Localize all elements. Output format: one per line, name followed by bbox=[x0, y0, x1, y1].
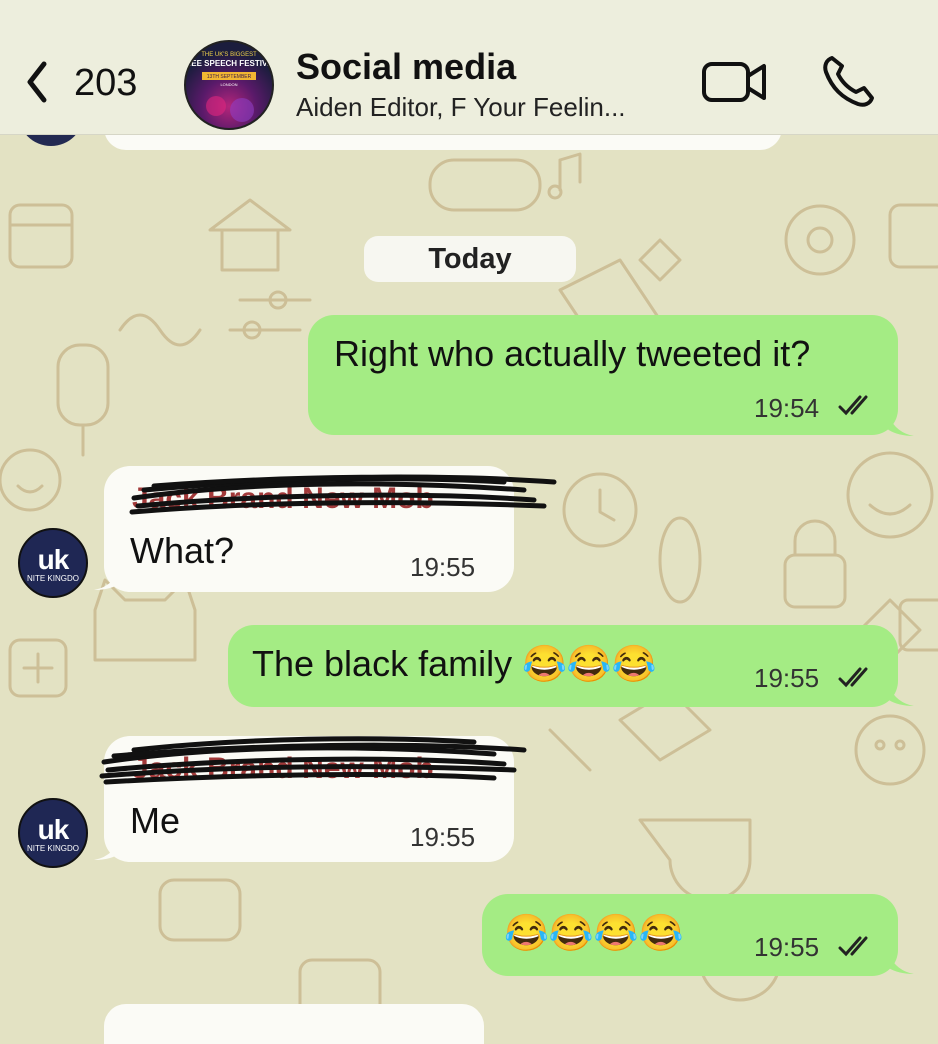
group-title[interactable]: Social media bbox=[296, 46, 516, 88]
message-text-body: The black family bbox=[252, 643, 513, 684]
message-text: Me bbox=[130, 800, 181, 841]
read-receipt-icon bbox=[838, 395, 868, 416]
message-bubble-outgoing[interactable]: 😂😂😂😂 19:55 bbox=[482, 894, 898, 976]
message-bubble-outgoing[interactable]: Right who actually tweeted it? 19:54 bbox=[308, 315, 898, 435]
message-bubble-incoming[interactable]: Jack Brand New Mob Me 19:55 bbox=[99, 736, 527, 862]
sender-avatar[interactable]: uk NITE KINGDO bbox=[18, 798, 88, 868]
unread-count[interactable]: 203 bbox=[74, 62, 137, 105]
read-receipt-icon bbox=[838, 667, 868, 688]
redaction-scribble bbox=[129, 474, 557, 515]
bubble-tail bbox=[886, 408, 914, 436]
message-time: 19:55 bbox=[754, 663, 820, 693]
avatar-text-3: 13TH SEPTEMBER bbox=[207, 74, 252, 80]
bubble-tail bbox=[886, 678, 914, 706]
partial-message-bubble bbox=[104, 1004, 484, 1044]
sender-avatar[interactable]: uk NITE KINGDO bbox=[18, 528, 88, 598]
avatar-initials: uk bbox=[37, 814, 70, 845]
message-text: What? bbox=[130, 530, 235, 571]
date-divider: Today bbox=[364, 236, 576, 282]
message-time: 19:55 bbox=[410, 552, 476, 582]
message-time: 19:55 bbox=[754, 932, 820, 962]
video-call-icon[interactable] bbox=[700, 56, 770, 108]
avatar-caption: NITE KINGDO bbox=[26, 844, 79, 853]
message-text: The black family 😂😂😂 bbox=[252, 643, 657, 685]
chat-header: 203 THE UK'S BIGGEST FREE SPEECH FESTIVA… bbox=[0, 0, 938, 135]
group-avatar[interactable]: THE UK'S BIGGEST FREE SPEECH FESTIVAL 13… bbox=[184, 40, 274, 130]
message-time: 19:54 bbox=[754, 393, 820, 423]
avatar-text-2: FREE SPEECH FESTIVAL bbox=[186, 59, 272, 68]
message-bubble-incoming[interactable]: Jack Brand New Mob What? 19:55 bbox=[104, 466, 557, 592]
laughing-emoji: 😂😂😂 bbox=[522, 643, 657, 684]
avatar-caption: NITE KINGDO bbox=[26, 574, 79, 583]
avatar-text-4: LONDON bbox=[220, 82, 237, 87]
bubble-tail bbox=[886, 946, 914, 974]
back-chevron-icon[interactable] bbox=[18, 54, 78, 114]
phone-call-icon[interactable] bbox=[818, 52, 878, 112]
avatar-text-1: THE UK'S BIGGEST bbox=[201, 52, 257, 58]
message-bubble-outgoing[interactable]: The black family 😂😂😂 19:55 bbox=[228, 625, 898, 707]
avatar-initials: uk bbox=[37, 544, 70, 575]
message-text: Right who actually tweeted it? bbox=[334, 333, 811, 374]
message-emoji: 😂😂😂😂 bbox=[504, 912, 684, 953]
message-time: 19:55 bbox=[410, 822, 476, 852]
group-members[interactable]: Aiden Editor, F Your Feelin... bbox=[296, 92, 686, 123]
redaction-scribble bbox=[99, 736, 527, 785]
read-receipt-icon bbox=[838, 936, 868, 957]
